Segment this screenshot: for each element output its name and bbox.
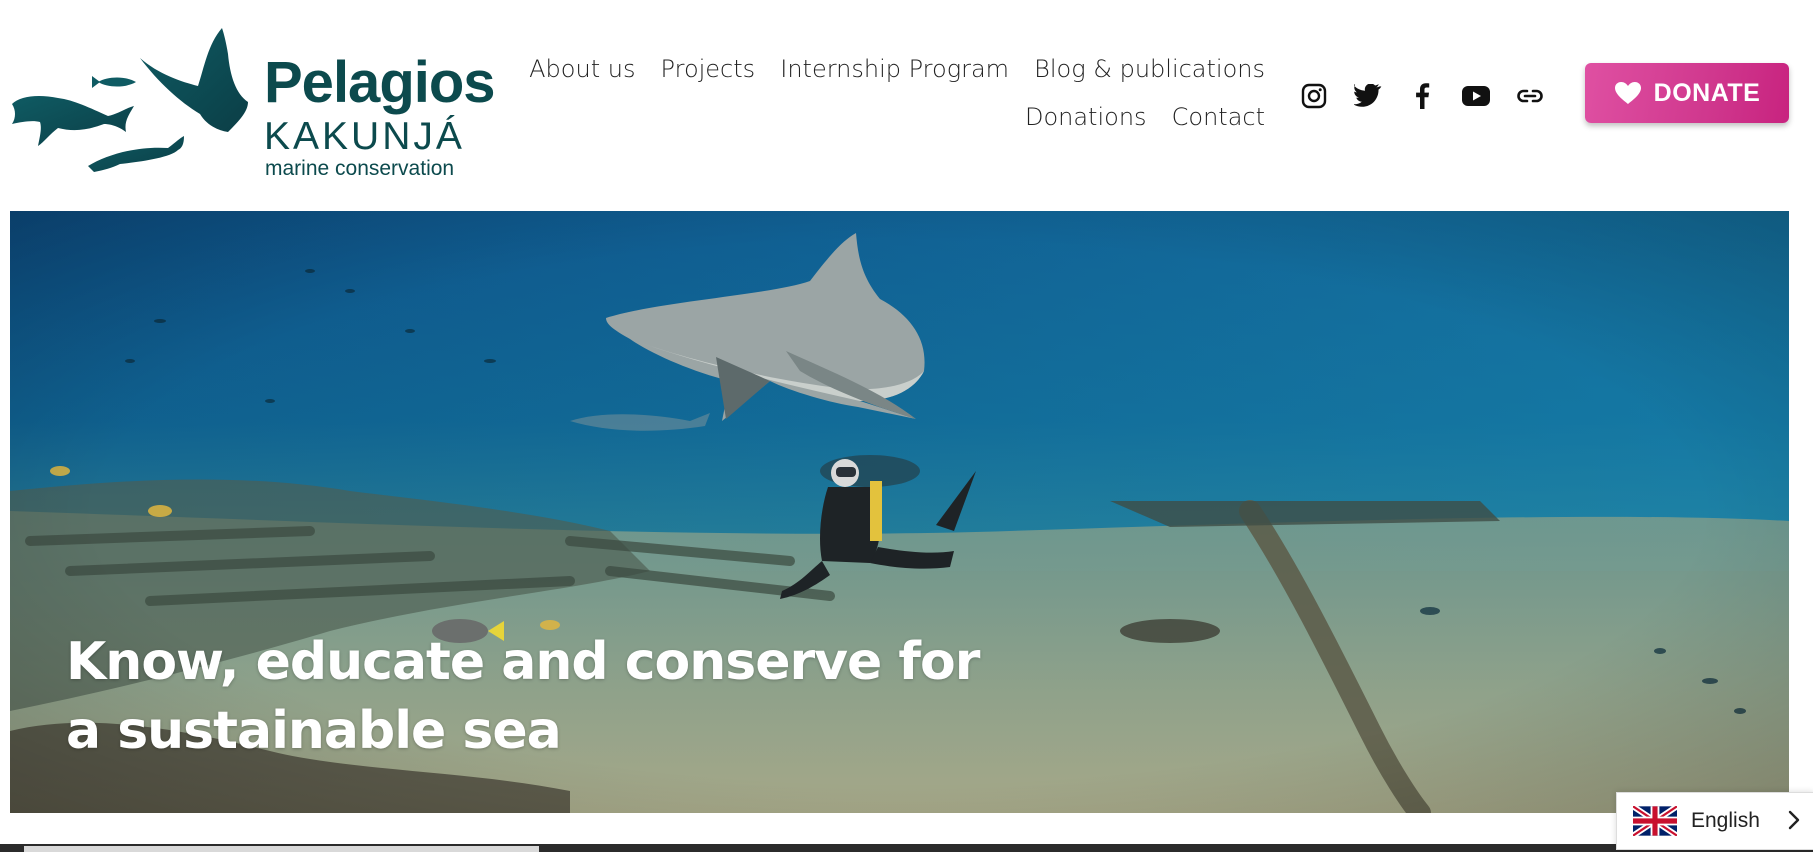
nav-item-projects[interactable]: Projects (661, 55, 756, 83)
nav-item-donations[interactable]: Donations (1025, 103, 1147, 131)
brand-tagline: marine conservation (265, 157, 455, 180)
facebook-icon[interactable] (1408, 82, 1436, 110)
nav-item-about-us[interactable]: About us (529, 55, 635, 83)
brand-logo[interactable]: Pelagios KAKUNJÁ marine conservation (8, 24, 496, 179)
hero-heading: Know, educate and conserve for a sustain… (66, 631, 980, 761)
twitter-icon[interactable] (1354, 82, 1382, 110)
link-icon[interactable] (1516, 82, 1544, 110)
main-nav: About us Projects Internship Program Blo… (505, 55, 1265, 151)
brand-name: Pelagios (264, 50, 496, 115)
language-label: English (1691, 809, 1760, 832)
nav-row-2: Donations Contact (505, 103, 1265, 151)
site-header: Pelagios KAKUNJÁ marine conservation Abo… (0, 0, 1813, 210)
nav-item-internship-program[interactable]: Internship Program (780, 55, 1009, 83)
chevron-right-icon (1788, 810, 1800, 830)
nav-item-contact[interactable]: Contact (1172, 103, 1265, 131)
nav-item-blog-publications[interactable]: Blog & publications (1034, 55, 1265, 83)
youtube-icon[interactable] (1462, 82, 1490, 110)
nav-row-1: About us Projects Internship Program Blo… (505, 55, 1265, 103)
instagram-icon[interactable] (1300, 82, 1328, 110)
brand-name-line2: KAKUNJÁ (264, 115, 465, 158)
heart-icon (1614, 82, 1641, 104)
bottom-strip-highlight (24, 846, 539, 852)
donate-label: DONATE (1653, 78, 1761, 107)
uk-flag-icon (1633, 806, 1677, 836)
language-switcher[interactable]: English (1616, 792, 1813, 850)
hero-banner: Know, educate and conserve for a sustain… (10, 211, 1789, 813)
donate-button[interactable]: DONATE (1585, 63, 1789, 123)
marine-animals-logo-icon (12, 28, 248, 172)
